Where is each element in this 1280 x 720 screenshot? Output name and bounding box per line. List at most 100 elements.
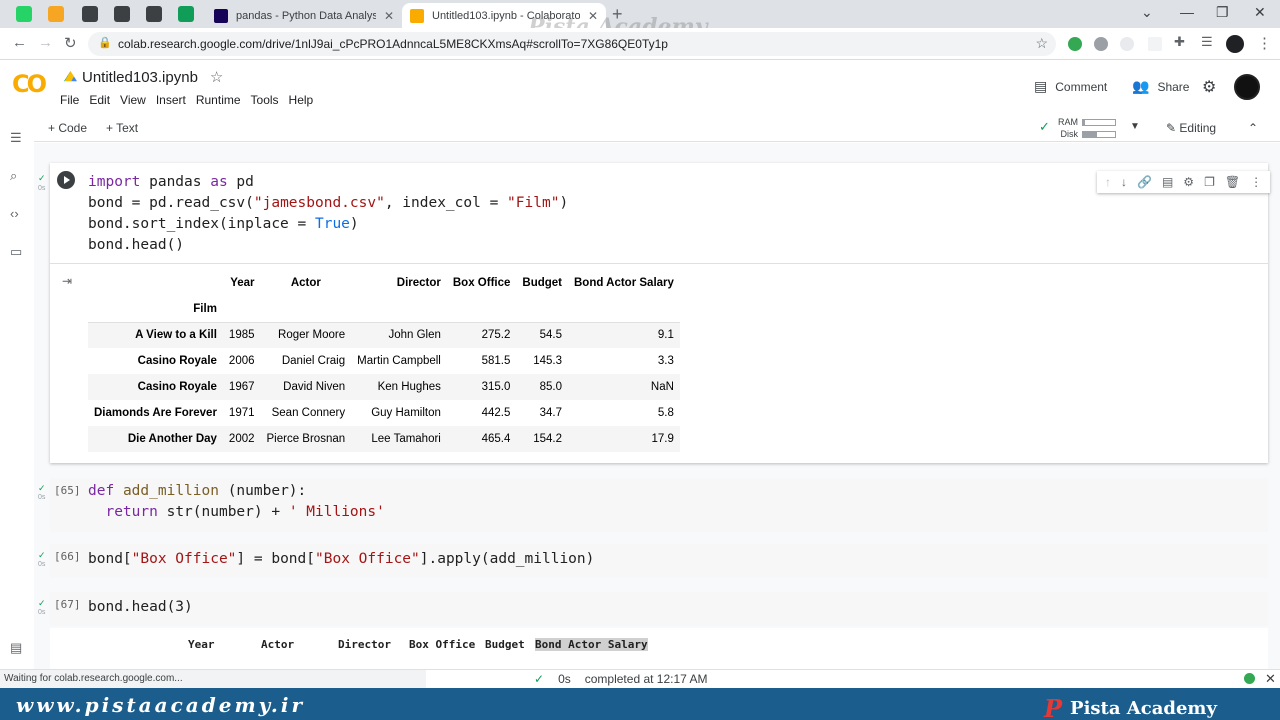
url-text[interactable]: colab.research.google.com/drive/1nlJ9ai_… bbox=[118, 37, 668, 51]
pinned-tab-icon[interactable] bbox=[114, 6, 130, 22]
star-icon[interactable]: ☆ bbox=[210, 68, 223, 86]
menu-item-help[interactable]: Help bbox=[289, 93, 314, 107]
menu-item-file[interactable]: File bbox=[60, 93, 79, 107]
tab-search-icon[interactable]: ⌄ bbox=[1141, 4, 1153, 21]
forward-icon[interactable]: → bbox=[38, 34, 53, 51]
menu-item-view[interactable]: View bbox=[120, 93, 146, 107]
tab-close-icon[interactable]: ✕ bbox=[384, 9, 394, 23]
terminal-icon[interactable]: ▤ bbox=[10, 640, 22, 656]
code-token: "Box Office" bbox=[315, 551, 420, 567]
colab-logo[interactable]: CO bbox=[12, 70, 47, 98]
code-cell-3[interactable]: [66] bond["Box Office"] = bond["Box Offi… bbox=[50, 544, 1268, 578]
code-token: bond.sort_index(inplace = bbox=[88, 216, 315, 232]
comment-button[interactable]: ▤ Comment bbox=[1034, 78, 1107, 95]
extension-icon[interactable] bbox=[1148, 37, 1162, 51]
notebook-name[interactable]: Untitled103.ipynb bbox=[82, 69, 198, 86]
code-token: pandas bbox=[140, 174, 211, 190]
reading-list-icon[interactable]: ☰ bbox=[1201, 34, 1213, 50]
code-cell-2[interactable]: [65] def add_million (number): return st… bbox=[50, 478, 1268, 532]
profile-avatar[interactable] bbox=[1226, 35, 1244, 53]
code-line: bond = pd.read_csv("jamesbond.csv", inde… bbox=[88, 193, 568, 214]
puzzle-icon[interactable]: ✚ bbox=[1174, 34, 1185, 50]
completed-time: completed at 12:17 AM bbox=[584, 672, 708, 686]
share-button[interactable]: 👥 Share bbox=[1132, 78, 1189, 95]
menu-item-edit[interactable]: Edit bbox=[89, 93, 110, 107]
execution-count: [65] bbox=[54, 484, 81, 497]
pinned-tab-icon[interactable] bbox=[16, 6, 32, 22]
disk-fill bbox=[1083, 131, 1098, 137]
code-token: True bbox=[314, 216, 350, 232]
table-cell: Guy Hamilton bbox=[371, 407, 441, 419]
move-down-icon[interactable]: ↓ bbox=[1121, 175, 1127, 189]
avatar[interactable] bbox=[1234, 74, 1260, 100]
add-code-button[interactable]: + Code bbox=[48, 121, 87, 135]
status-close-icon[interactable]: ✕ bbox=[1265, 671, 1276, 687]
code-editor[interactable]: bond["Box Office"] = bond["Box Office"].… bbox=[88, 549, 594, 570]
table-cell: 34.7 bbox=[539, 407, 562, 419]
code-line: bond.head(3) bbox=[88, 597, 193, 618]
menu-item-insert[interactable]: Insert bbox=[156, 93, 186, 107]
add-text-button[interactable]: + Text bbox=[106, 121, 138, 135]
table-header-selected: Bond Actor Salary bbox=[535, 638, 648, 651]
execution-status[interactable]: ✓ 0s completed at 12:17 AM bbox=[534, 672, 708, 686]
pencil-icon: ✎ bbox=[1166, 121, 1177, 135]
collapse-header-icon[interactable]: ⌃ bbox=[1248, 121, 1258, 135]
search-icon[interactable]: ⌕ bbox=[10, 168, 17, 184]
files-folder-icon[interactable]: ▭ bbox=[10, 244, 22, 260]
extension-icon[interactable] bbox=[1120, 37, 1134, 51]
people-icon: 👥 bbox=[1132, 78, 1150, 94]
left-rail: ☰ ⌕ ‹› ▭ ▤ bbox=[0, 116, 34, 669]
reload-icon[interactable]: ↻ bbox=[64, 34, 77, 52]
table-cell: 581.5 bbox=[481, 355, 511, 367]
pinned-tab-icon[interactable] bbox=[48, 6, 64, 22]
code-cell-4[interactable]: [67] bond.head(3) bbox=[50, 592, 1268, 626]
runtime-dropdown-icon[interactable]: ▼ bbox=[1130, 121, 1140, 132]
move-up-icon[interactable]: ↑ bbox=[1105, 175, 1111, 189]
document-title: Untitled103.ipynb ☆ bbox=[64, 68, 223, 86]
code-token: import bbox=[88, 174, 141, 190]
table-of-contents-icon[interactable]: ☰ bbox=[10, 130, 22, 146]
omnibox[interactable]: 🔒 colab.research.google.com/drive/1nlJ9a… bbox=[88, 32, 1056, 56]
more-options-icon[interactable]: ⋮ bbox=[1250, 175, 1262, 189]
table-cell: NaN bbox=[650, 381, 674, 393]
comment-icon[interactable]: ▤ bbox=[1162, 175, 1173, 189]
bookmark-star-icon[interactable]: ☆ bbox=[1035, 35, 1048, 52]
browser-menu-icon[interactable]: ⋮ bbox=[1257, 34, 1272, 52]
execution-count: [67] bbox=[54, 598, 81, 611]
back-icon[interactable]: ← bbox=[12, 34, 27, 51]
code-cell-1[interactable]: import pandas as pd bond = pd.read_csv("j… bbox=[50, 163, 1271, 463]
minimize-icon[interactable]: — bbox=[1180, 4, 1194, 20]
lock-icon[interactable]: 🔒 bbox=[98, 36, 112, 49]
pinned-tab-icon[interactable] bbox=[82, 6, 98, 22]
code-token: "Box Office" bbox=[131, 551, 237, 567]
table-header: Year bbox=[188, 638, 215, 651]
run-cell-icon[interactable] bbox=[57, 171, 75, 189]
code-token: str(number) + bbox=[157, 504, 289, 520]
cell-settings-icon[interactable]: ⚙ bbox=[1183, 175, 1194, 189]
extension-icon[interactable] bbox=[1094, 37, 1108, 51]
link-icon[interactable]: 🔗 bbox=[1137, 175, 1152, 189]
settings-gear-icon[interactable]: ⚙ bbox=[1202, 77, 1216, 97]
code-editor[interactable]: bond.head(3) bbox=[88, 597, 193, 618]
resource-monitor[interactable]: RAM Disk bbox=[1038, 116, 1116, 140]
editing-toggle[interactable]: ✎ Editing bbox=[1166, 121, 1216, 135]
delete-icon[interactable]: 🗑 bbox=[1225, 175, 1240, 189]
output-actions-icon[interactable]: ⇥ bbox=[62, 274, 72, 288]
ram-bar bbox=[1082, 118, 1116, 126]
status-bar: Waiting for colab.research.google.com...… bbox=[0, 669, 1280, 688]
code-editor[interactable]: def add_million (number): return str(num… bbox=[88, 481, 385, 523]
mirror-cell-icon[interactable]: ❐ bbox=[1204, 175, 1215, 189]
table-header: Bond Actor Salary bbox=[574, 277, 674, 289]
menu-item-runtime[interactable]: Runtime bbox=[196, 93, 241, 107]
code-token: , index_col = bbox=[384, 195, 508, 211]
extension-icon[interactable] bbox=[1068, 37, 1082, 51]
pinned-tab-icon[interactable] bbox=[178, 6, 194, 22]
pinned-tab-icon[interactable] bbox=[146, 6, 162, 22]
cell-status-icon: ✓ bbox=[38, 483, 46, 493]
window-close-icon[interactable]: ✕ bbox=[1254, 4, 1266, 21]
browser-tab-pandas[interactable]: pandas - Python Data Analysis Li ✕ bbox=[206, 3, 402, 28]
maximize-icon[interactable]: ❐ bbox=[1216, 4, 1229, 21]
menu-item-tools[interactable]: Tools bbox=[251, 93, 279, 107]
code-snippets-icon[interactable]: ‹› bbox=[10, 206, 19, 221]
code-editor[interactable]: import pandas as pd bond = pd.read_csv("j… bbox=[88, 172, 568, 256]
